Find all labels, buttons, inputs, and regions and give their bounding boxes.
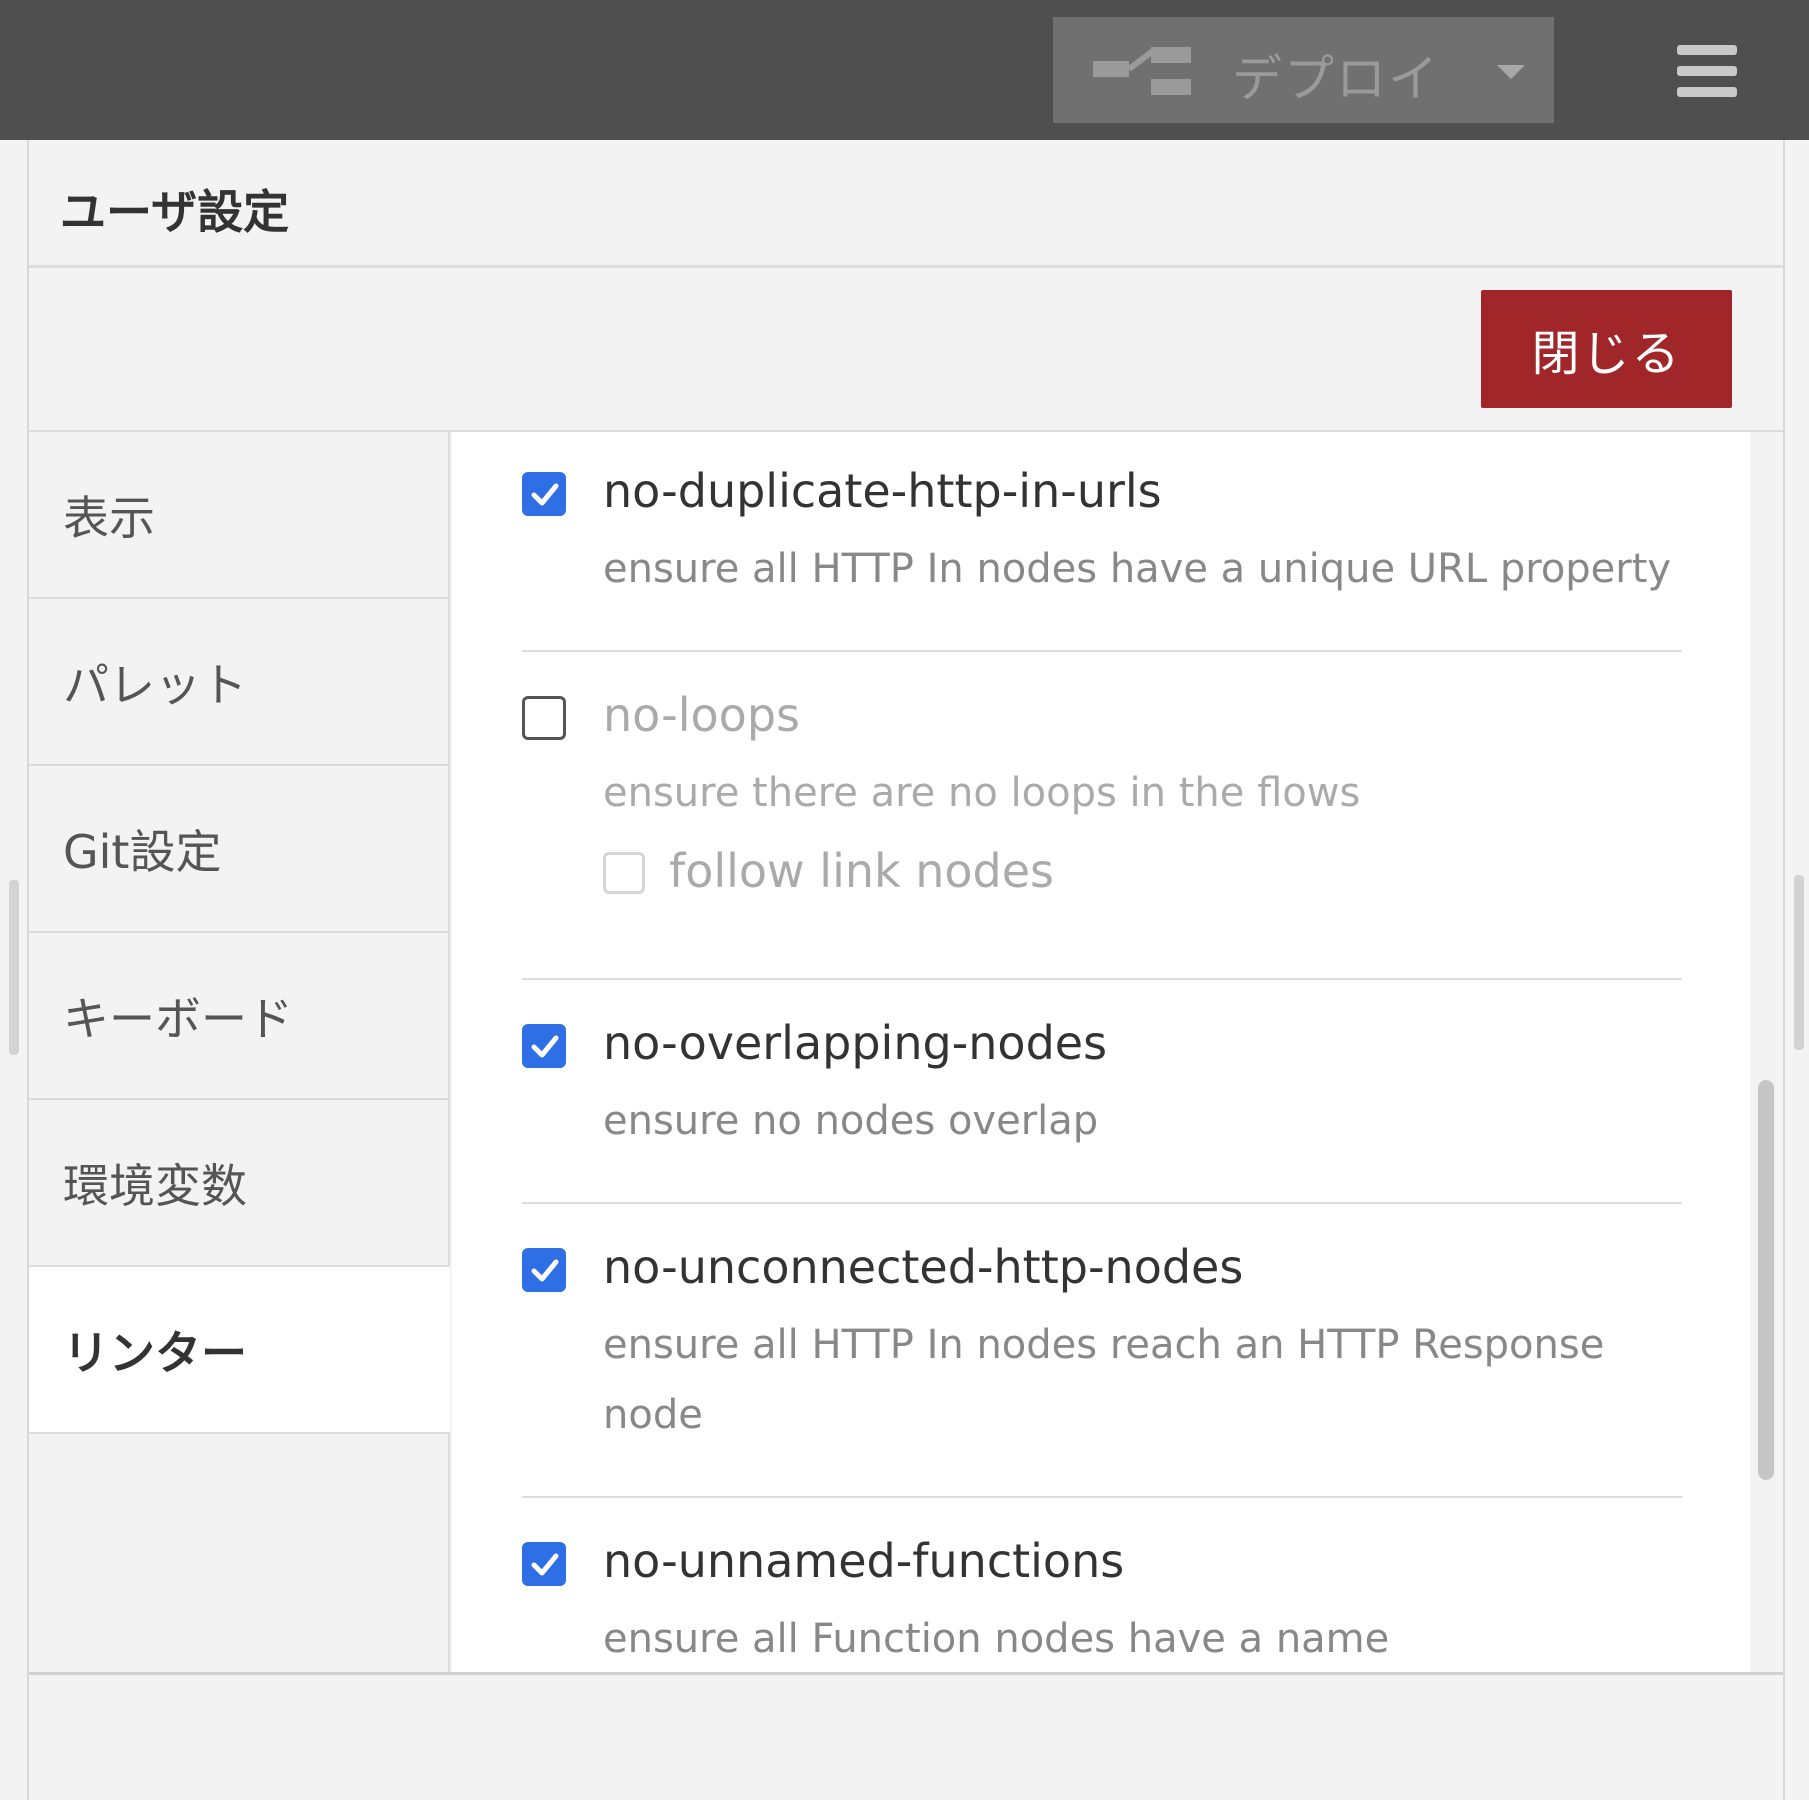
rule-description: ensure all HTTP In nodes have a unique U… — [603, 546, 1672, 592]
rule-description: ensure there are no loops in the flows — [603, 770, 1361, 816]
dialog-title: ユーザ設定 — [60, 185, 290, 239]
dialog-button-bar: 閉じる — [29, 268, 1783, 432]
option-label: follow link nodes — [669, 844, 1055, 898]
tab-view[interactable]: 表示 — [29, 432, 450, 599]
check-icon — [531, 1259, 559, 1282]
tab-palette[interactable]: パレット — [29, 599, 450, 766]
hamburger-menu-icon[interactable] — [1677, 45, 1737, 97]
rule-checkbox[interactable] — [522, 1024, 566, 1068]
left-resize-edge — [0, 140, 29, 1800]
option-checkbox[interactable] — [603, 852, 645, 894]
check-icon — [531, 1035, 559, 1058]
rule-checkbox[interactable] — [522, 1542, 566, 1586]
content-scrollbar[interactable] — [1758, 1080, 1774, 1480]
tab-git[interactable]: Git設定 — [29, 766, 450, 933]
rule-checkbox[interactable] — [522, 1248, 566, 1292]
rule-description: ensure all Function nodes have a name — [603, 1616, 1390, 1662]
settings-sidebar: 表示 パレット Git設定 キーボード 環境変数 リンター — [29, 432, 450, 1672]
top-header: デプロイ — [0, 0, 1809, 140]
tab-keyboard[interactable]: キーボード — [29, 933, 450, 1100]
deploy-label: デプロイ — [1232, 50, 1440, 108]
rule-description: ensure all HTTP In nodes reach an HTTP R… — [603, 1322, 1605, 1438]
rule-checkbox[interactable] — [522, 472, 566, 516]
right-resize-edge — [1783, 140, 1809, 1800]
tab-linter[interactable]: リンター — [29, 1267, 450, 1434]
rule-checkbox[interactable] — [522, 696, 566, 740]
divider — [522, 978, 1682, 980]
tab-env[interactable]: 環境変数 — [29, 1100, 450, 1267]
divider — [522, 650, 1682, 652]
divider — [522, 1202, 1682, 1204]
deploy-button[interactable]: デプロイ — [1053, 17, 1554, 123]
check-icon — [531, 483, 559, 506]
divider — [522, 1496, 1682, 1498]
dialog-footer — [29, 1672, 1783, 1800]
check-icon — [531, 1553, 559, 1576]
rule-name: no-unnamed-functions — [603, 1534, 1125, 1588]
close-button[interactable]: 閉じる — [1481, 290, 1732, 408]
caret-down-icon[interactable] — [1497, 65, 1525, 79]
rule-description: ensure no nodes overlap — [603, 1098, 1099, 1144]
dialog-title-bar: ユーザ設定 — [29, 140, 1783, 268]
rule-name: no-overlapping-nodes — [603, 1016, 1108, 1070]
resize-grip[interactable] — [1794, 875, 1804, 1050]
deploy-flow-icon — [1093, 47, 1191, 95]
resize-grip[interactable] — [9, 880, 19, 1055]
rule-name: no-loops — [603, 688, 800, 742]
rule-name: no-duplicate-http-in-urls — [603, 464, 1162, 518]
linter-rules-pane: no-duplicate-http-in-urls ensure all HTT… — [452, 432, 1750, 1672]
rule-name: no-unconnected-http-nodes — [603, 1240, 1244, 1294]
